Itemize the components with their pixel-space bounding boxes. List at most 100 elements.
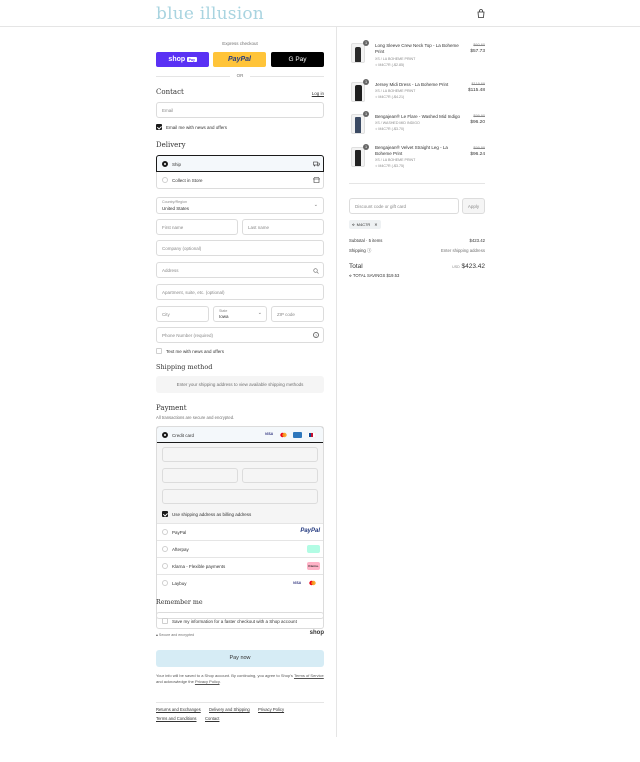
city-placeholder: City — [162, 312, 170, 317]
secure-text: Secure and encrypted — [158, 633, 195, 637]
ship-radio[interactable] — [162, 161, 168, 167]
ship-option[interactable]: Ship — [156, 155, 324, 172]
item-title: Jersey Midi Dress - La Boheme Print — [375, 82, 449, 87]
paypal-button[interactable]: PayPal — [213, 52, 266, 67]
card-number-field[interactable] — [162, 447, 318, 462]
visa-icon: VISA — [265, 432, 273, 436]
chevron-down-icon: ⌄ — [313, 202, 318, 208]
tag-icon: ⟡ — [352, 222, 355, 227]
remove-code-icon[interactable]: ✕ — [374, 222, 377, 227]
first-name-field[interactable]: First name — [156, 219, 238, 235]
item-title: Long Sleeve Crew Neck Top - La Boheme Pr… — [375, 43, 459, 54]
google-pay-button[interactable]: G Pay — [271, 52, 324, 67]
paypal-logo-icon: PayPal — [300, 528, 320, 534]
truck-icon — [313, 161, 320, 167]
zip-field[interactable]: ZIP code — [271, 306, 324, 322]
paypal-option[interactable]: PayPal PayPal — [157, 523, 323, 540]
diners-icon — [307, 432, 316, 438]
delivery-method-group: Ship Collect in Store — [156, 155, 324, 189]
phone-placeholder: Phone Number (required) — [162, 333, 214, 338]
laybuy-option[interactable]: Laybuy VISA — [157, 574, 323, 591]
footer-link-returns[interactable]: Returns and Exchanges — [156, 707, 201, 712]
afterpay-option[interactable]: Afterpay — [157, 540, 323, 557]
sms-checkbox[interactable] — [156, 348, 162, 354]
country-select[interactable]: Country/Region United States ⌄ — [156, 197, 324, 214]
shop-privacy-link[interactable]: Privacy Policy — [195, 679, 220, 684]
item-variant: XS / WASHED MID INDIGO — [375, 121, 420, 125]
collect-option[interactable]: Collect in Store — [157, 172, 323, 189]
address-field[interactable]: Address — [156, 262, 324, 278]
currency-code: USD — [452, 265, 460, 269]
afterpay-radio[interactable] — [162, 546, 168, 552]
shopping-bag-icon[interactable] — [477, 9, 485, 18]
state-select[interactable]: State Iowa ⌄ — [213, 306, 267, 322]
shop-pay-badge: Pay — [187, 57, 197, 62]
discount-code-field[interactable]: Discount code or gift card — [349, 198, 459, 214]
card-cvv-field[interactable] — [242, 468, 318, 483]
applied-discount-chip: ⟡ M4C7R ✕ — [349, 220, 381, 229]
newsletter-label: Email me with news and offers — [166, 124, 227, 130]
item-discount-text: M4C7R (-$3.75) — [378, 164, 405, 168]
subtotal-value: $423.42 — [469, 238, 485, 243]
card-name-field[interactable] — [162, 489, 318, 504]
shop-terms-link[interactable]: Terms of Service — [294, 673, 324, 678]
collect-radio[interactable] — [162, 177, 168, 183]
city-field[interactable]: City — [156, 306, 209, 322]
total-label: Total — [349, 263, 363, 270]
login-link[interactable]: Log in — [312, 91, 324, 96]
item-variant: XS / LA BOHEME PRINT — [375, 89, 416, 93]
credit-card-radio[interactable] — [162, 432, 168, 438]
footer-link-delivery[interactable]: Delivery and Shipping — [209, 707, 250, 712]
footer-link-terms[interactable]: Terms and Conditions — [156, 716, 197, 721]
state-label: State — [219, 309, 228, 313]
shipping-help-icon[interactable]: ⓘ — [367, 248, 371, 253]
help-icon[interactable]: ? — [313, 332, 319, 338]
apartment-placeholder: Apartment, suite, etc. (optional) — [162, 290, 225, 295]
shop-pay-button[interactable]: shop Pay — [156, 52, 209, 67]
apartment-field[interactable]: Apartment, suite, etc. (optional) — [156, 284, 324, 300]
paypal-radio[interactable] — [162, 529, 168, 535]
or-divider: OR — [156, 73, 324, 78]
product-thumbnail — [351, 82, 365, 102]
address-placeholder: Address — [162, 268, 179, 273]
newsletter-checkbox[interactable] — [156, 124, 162, 130]
brand-logo[interactable]: blue illusion — [156, 4, 264, 24]
klarna-radio[interactable] — [162, 563, 168, 569]
company-field[interactable]: Company (optional) — [156, 240, 324, 256]
apply-button[interactable]: Apply — [462, 198, 485, 214]
item-price: $96.24 — [470, 152, 485, 157]
card-expiry-field[interactable] — [162, 468, 238, 483]
shipping-label: Shipping ⓘ — [349, 248, 371, 254]
company-placeholder: Company (optional) — [162, 246, 202, 251]
express-checkout-label: Express checkout — [222, 41, 258, 46]
credit-card-option[interactable]: Credit card VISA — [157, 427, 323, 443]
klarna-option[interactable]: Klarna - Flexible payments Klarna. — [157, 557, 323, 574]
credit-card-label: Credit card — [172, 432, 195, 438]
klarna-logo-icon: Klarna. — [307, 562, 320, 570]
pay-now-button[interactable]: Pay now — [156, 650, 324, 667]
billing-same-checkbox[interactable] — [162, 511, 168, 517]
item-price: $57.73 — [470, 49, 485, 54]
quantity-badge: 1 — [363, 111, 369, 117]
zip-placeholder: ZIP code — [277, 312, 295, 317]
store-icon — [313, 177, 320, 183]
savings-text: TOTAL SAVINGS $19.53 — [352, 273, 400, 278]
header: blue illusion — [0, 0, 640, 27]
billing-same-label: Use shipping address as billing address — [172, 511, 252, 517]
collect-label: Collect in Store — [172, 177, 203, 183]
quantity-badge: 1 — [363, 144, 369, 150]
item-discount: ⟡ M4C7R (-$2.85) — [375, 63, 404, 67]
laybuy-radio[interactable] — [162, 580, 168, 586]
country-label: Country/Region — [162, 200, 187, 204]
payment-heading: Payment — [156, 404, 187, 412]
laybuy-visa-icon: VISA — [293, 581, 301, 585]
last-name-field[interactable]: Last name — [242, 219, 324, 235]
shop-logo: shop — [309, 630, 324, 636]
payment-subtext: All transactions are secure and encrypte… — [156, 415, 235, 420]
footer-link-contact[interactable]: Contact — [205, 716, 219, 721]
shipping-method-message: Enter your shipping address to view avai… — [156, 376, 324, 393]
save-info-checkbox[interactable] — [162, 618, 168, 624]
phone-field[interactable]: Phone Number (required) ? — [156, 327, 324, 343]
email-field[interactable]: Email — [156, 102, 324, 118]
footer-link-privacy[interactable]: Privacy Policy — [258, 707, 284, 712]
